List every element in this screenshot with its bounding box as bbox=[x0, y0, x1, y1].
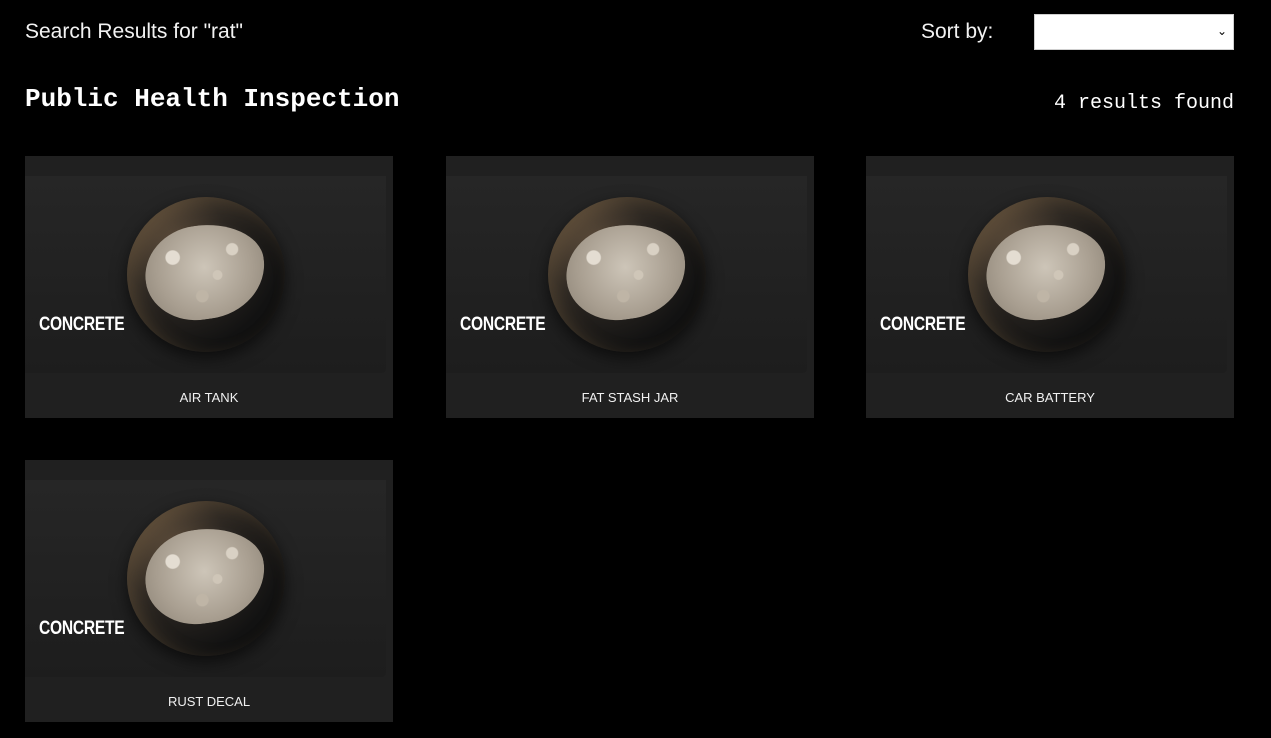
section-title: Public Health Inspection bbox=[25, 84, 400, 114]
top-bar: Search Results for "rat" Sort by: ⌄ bbox=[25, 14, 1234, 50]
result-name: CAR BATTERY bbox=[1005, 390, 1095, 405]
material-thumbnail: CONCRETE bbox=[866, 176, 1227, 373]
material-thumbnail: CONCRETE bbox=[446, 176, 807, 373]
result-name: AIR TANK bbox=[179, 390, 239, 405]
result-card[interactable]: CONCRETE AIR TANK bbox=[25, 156, 393, 418]
material-thumbnail: CONCRETE bbox=[25, 480, 386, 677]
sort-select[interactable]: ⌄ bbox=[1034, 14, 1234, 50]
sort-label: Sort by: bbox=[921, 20, 994, 43]
material-thumbnail: CONCRETE bbox=[25, 176, 386, 373]
material-label: CONCRETE bbox=[39, 314, 125, 335]
chevron-down-icon: ⌄ bbox=[1216, 24, 1227, 38]
result-card[interactable]: CONCRETE RUST DECAL bbox=[25, 460, 393, 722]
result-name: RUST DECAL bbox=[167, 694, 251, 709]
search-results-title: Search Results for "rat" bbox=[25, 20, 243, 43]
result-count: 4 results found bbox=[1053, 92, 1234, 115]
result-card[interactable]: CONCRETE FAT STASH JAR bbox=[446, 156, 814, 418]
material-sphere-image bbox=[548, 197, 706, 352]
material-label: CONCRETE bbox=[880, 314, 966, 335]
material-label: CONCRETE bbox=[460, 314, 546, 335]
material-sphere-image bbox=[127, 197, 285, 352]
material-label: CONCRETE bbox=[39, 618, 125, 639]
result-card[interactable]: CONCRETE CAR BATTERY bbox=[866, 156, 1234, 418]
material-sphere-image bbox=[968, 197, 1126, 352]
material-sphere-image bbox=[127, 501, 285, 656]
result-name: FAT STASH JAR bbox=[581, 390, 679, 405]
